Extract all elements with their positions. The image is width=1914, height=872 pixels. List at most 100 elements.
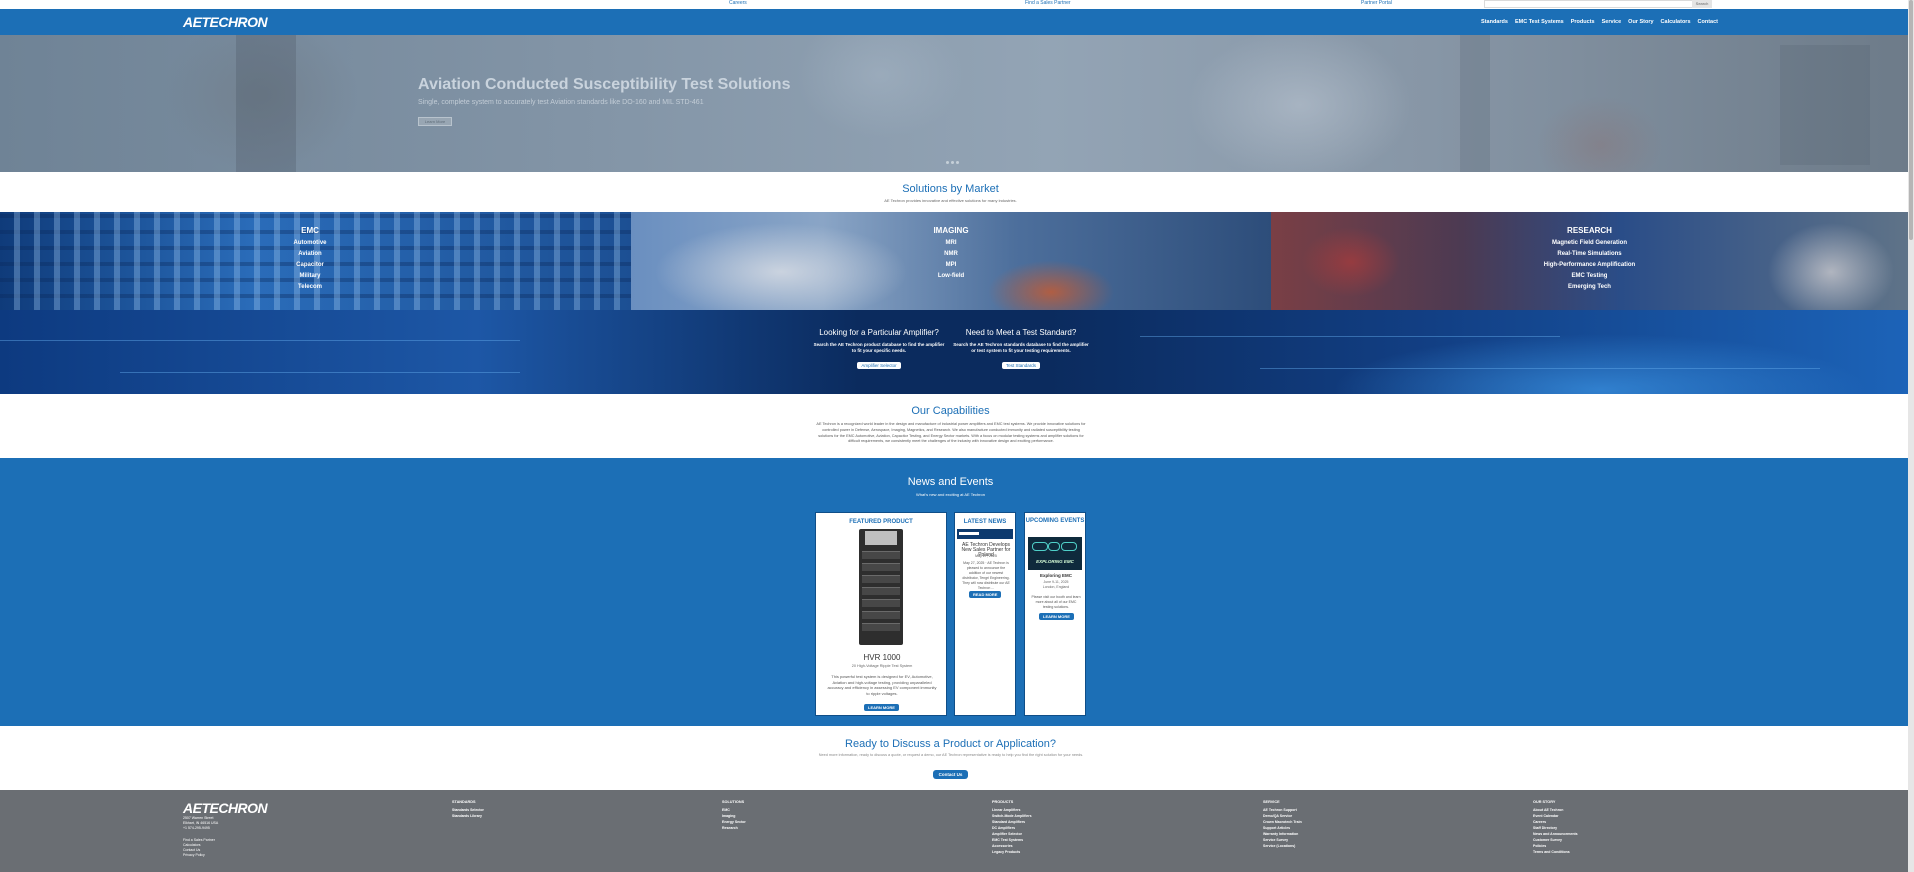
market-link[interactable]: Real-Time Simulations — [1271, 249, 1908, 260]
search-button[interactable]: Search — [1692, 0, 1712, 8]
footer-link[interactable]: Standards Library — [452, 813, 484, 819]
logo[interactable]: AETECHRON — [183, 14, 268, 30]
utility-bar: Careers Find a Sales Partner Partner Por… — [0, 0, 1908, 9]
event-date: June 9-11, 2025 London, England — [1025, 580, 1087, 590]
footer-logo[interactable]: AETECHRON — [183, 800, 268, 816]
market-link[interactable]: Low-field — [631, 271, 1271, 282]
market-link[interactable]: Aviation — [0, 249, 620, 260]
test-standards-block: Need to Meet a Test Standard? Search the… — [953, 328, 1089, 372]
main-nav: AETECHRON Standards EMC Test Systems Pro… — [0, 9, 1908, 35]
footer-link[interactable]: Privacy Policy — [183, 853, 215, 858]
product-description: This powerful test system is designed fo… — [827, 674, 937, 696]
market-tiles: EMC Automotive Aviation Capacitor Milita… — [0, 212, 1908, 310]
product-name[interactable]: HVR 1000 — [816, 653, 948, 662]
capabilities-section: Our Capabilities AE Techron is a recogni… — [0, 394, 1908, 458]
nav-our-story[interactable]: Our Story — [1628, 19, 1653, 25]
slider-dots — [946, 161, 959, 164]
market-tile-emc[interactable]: EMC Automotive Aviation Capacitor Milita… — [0, 212, 631, 310]
cta-section: Ready to Discuss a Product or Applicatio… — [0, 726, 1908, 790]
hero-banner: Aviation Conducted Susceptibility Test S… — [0, 35, 1908, 172]
solutions-section: Solutions by Market AE Techron provides … — [0, 172, 1908, 212]
footer-column-heading: PRODUCTS — [992, 800, 1014, 804]
test-standards-button[interactable]: Test Standards — [1001, 362, 1041, 369]
market-link[interactable]: Automotive — [0, 238, 620, 249]
market-link[interactable]: MRI — [631, 238, 1271, 249]
event-learn-more-button[interactable]: LEARN MORE — [1039, 613, 1074, 620]
hero-title: Aviation Conducted Susceptibility Test S… — [418, 76, 791, 93]
amplifier-heading: Looking for a Particular Amplifier? — [819, 328, 939, 337]
card-heading: UPCOMING EVENTS — [1025, 518, 1085, 524]
footer-address: 2507 Warren Street Elkhart, IN 46516 USA… — [183, 816, 218, 831]
phone-number[interactable]: +1 574-295-9495 — [183, 826, 218, 831]
find-sales-partner-link[interactable]: Find a Sales Partner — [1025, 0, 1071, 6]
market-tile-research[interactable]: RESEARCH Magnetic Field Generation Real-… — [1271, 212, 1908, 310]
market-link[interactable]: Telecom — [0, 282, 620, 293]
event-image-caption: EXPLORING EMC — [1036, 559, 1074, 564]
partner-portal-link[interactable]: Partner Portal — [1361, 0, 1392, 6]
footer-column-heading: SOLUTIONS — [722, 800, 745, 804]
market-link[interactable]: Capacitor — [0, 260, 620, 271]
footer-link[interactable]: Legacy Products — [992, 849, 1032, 855]
nav-service[interactable]: Service — [1602, 19, 1622, 25]
search-input[interactable] — [1484, 0, 1712, 8]
footer-column-standards: STANDARDS Standards Selector Standards L… — [452, 800, 484, 819]
market-link[interactable]: EMC Testing — [1271, 271, 1908, 282]
featured-product-card: FEATURED PRODUCT HVR 1000 20 High-Voltag… — [815, 512, 947, 716]
card-heading: LATEST NEWS — [963, 519, 1007, 525]
footer-link[interactable]: Service (Locations) — [1263, 843, 1302, 849]
product-image[interactable] — [859, 529, 903, 645]
market-link[interactable]: NMR — [631, 249, 1271, 260]
footer-column-heading: OUR STORY — [1533, 800, 1556, 804]
hero-learn-more-button[interactable]: Learn More — [418, 117, 452, 126]
market-link[interactable]: Military — [0, 271, 620, 282]
nav-products[interactable]: Products — [1571, 19, 1595, 25]
slider-dot[interactable] — [956, 161, 959, 164]
nav-standards[interactable]: Standards — [1481, 19, 1508, 25]
solutions-subtitle: AE Techron provides innovative and effec… — [884, 198, 1017, 203]
nav-calculators[interactable]: Calculators — [1661, 19, 1691, 25]
contact-us-button[interactable]: Contact Us — [933, 770, 968, 779]
footer-column-products: PRODUCTS Linear Amplifiers Switch-Mode A… — [992, 800, 1032, 855]
footer-column-solutions: SOLUTIONS EMC Imaging Energy Sector Rese… — [722, 800, 746, 831]
market-link[interactable]: Magnetic Field Generation — [1271, 238, 1908, 249]
market-link[interactable]: MPI — [631, 260, 1271, 271]
capabilities-text: AE Techron is a recognized world leader … — [816, 422, 1086, 444]
market-title[interactable]: IMAGING — [631, 226, 1271, 235]
amplifier-text: Search the AE Techron product database t… — [813, 342, 945, 353]
product-category: 20 High-Voltage Ripple Test System — [851, 664, 913, 668]
careers-link[interactable]: Careers — [729, 0, 747, 6]
slider-dot[interactable] — [946, 161, 949, 164]
event-name[interactable]: Exploring EMC — [1025, 573, 1087, 578]
footer-left-links: Find a Sales Partner Calculators Contact… — [183, 838, 215, 858]
scrollbar-thumb[interactable] — [1909, 0, 1913, 240]
page-scrollbar[interactable] — [1908, 0, 1914, 872]
footer-link[interactable]: Research — [722, 825, 746, 831]
capabilities-title: Our Capabilities — [911, 405, 990, 417]
hero-background-equipment — [1780, 45, 1870, 165]
market-title[interactable]: EMC — [0, 226, 620, 235]
featured-learn-more-button[interactable]: LEARN MORE — [864, 704, 899, 711]
nav-links: Standards EMC Test Systems Products Serv… — [1481, 19, 1718, 25]
upcoming-events-card: UPCOMING EVENTS EXPLORING EMC Exploring … — [1024, 512, 1086, 716]
footer-link[interactable]: Terms and Conditions — [1533, 849, 1578, 855]
event-image[interactable]: EXPLORING EMC — [1028, 537, 1082, 570]
hero-subtitle: Single, complete system to accurately te… — [418, 99, 704, 106]
card-heading: FEATURED PRODUCT — [849, 519, 913, 525]
amplifier-selector-button[interactable]: Amplifier Selector — [857, 362, 901, 369]
market-link[interactable]: High-Performance Amplification — [1271, 260, 1908, 271]
news-subtitle: What's new and exciting at AE Techron — [916, 492, 985, 497]
event-location: London, England — [1042, 585, 1070, 589]
nav-emc-test-systems[interactable]: EMC Test Systems — [1515, 19, 1564, 25]
slider-dot[interactable] — [951, 161, 954, 164]
footer-column-heading: STANDARDS — [452, 800, 476, 804]
amplifier-selector-block: Looking for a Particular Amplifier? Sear… — [811, 328, 947, 372]
solutions-title: Solutions by Market — [902, 183, 999, 195]
page: Careers Find a Sales Partner Partner Por… — [0, 0, 1914, 872]
news-read-more-button[interactable]: READ MORE — [969, 591, 1002, 598]
news-excerpt: May 27, 2025 · AE Techron is pleased to … — [962, 561, 1010, 590]
market-tile-imaging[interactable]: IMAGING MRI NMR MPI Low-field — [631, 212, 1271, 310]
market-link[interactable]: Emerging Tech — [1271, 282, 1908, 293]
nav-contact[interactable]: Contact — [1698, 19, 1718, 25]
market-title[interactable]: RESEARCH — [1271, 226, 1908, 235]
news-image[interactable] — [957, 529, 1013, 539]
